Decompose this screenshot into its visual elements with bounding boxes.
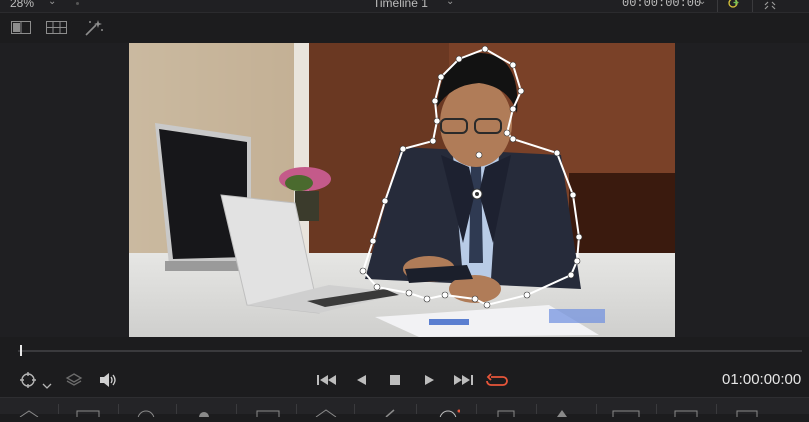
viewer-toolbar	[0, 13, 809, 43]
header-timecode[interactable]: 00:00:00:00	[622, 0, 701, 10]
pen-page-icon[interactable]	[380, 404, 400, 422]
divider	[752, 0, 753, 12]
viewer-canvas[interactable]	[0, 43, 809, 337]
dot-icon	[76, 2, 79, 5]
play-icon[interactable]	[422, 372, 436, 393]
loop-icon[interactable]	[485, 372, 509, 393]
media-page-icon[interactable]	[18, 404, 40, 422]
keyframe-page-icon[interactable]	[612, 404, 640, 422]
video-frame-image	[129, 43, 675, 337]
tracker-page-icon[interactable]	[436, 404, 461, 422]
crosshair-icon[interactable]	[18, 372, 40, 393]
scrubber-bar[interactable]	[0, 337, 809, 365]
current-timecode: 01:00:00:00	[722, 371, 802, 388]
scrubber-track[interactable]	[18, 350, 802, 352]
timeline-name[interactable]: Timeline 1	[373, 0, 428, 10]
playhead[interactable]	[20, 345, 22, 356]
skip-to-end-icon[interactable]	[452, 372, 474, 393]
video-frame[interactable]	[129, 43, 675, 337]
skip-to-start-icon[interactable]	[316, 372, 338, 393]
scope-page-icon[interactable]	[674, 404, 698, 422]
stop-icon[interactable]	[388, 372, 402, 393]
layers-icon[interactable]	[65, 372, 83, 393]
zoom-level[interactable]: 28%	[10, 0, 34, 10]
blur-page-icon[interactable]	[554, 404, 570, 422]
transport-controls: 01:00:00:00	[0, 365, 809, 397]
grid-icon[interactable]	[46, 21, 67, 39]
chevron-down-icon[interactable]	[42, 376, 52, 394]
qualifier-page-icon[interactable]	[314, 404, 338, 422]
viewer-header: 28% ⌄ Timeline 1 ⌄ 00:00:00:00 ⌄	[0, 0, 809, 13]
split-view-icon[interactable]	[11, 21, 31, 39]
node-page-icon[interactable]	[194, 404, 214, 422]
magic-wand-icon[interactable]	[84, 19, 104, 42]
divider	[717, 0, 718, 12]
info-page-icon[interactable]	[736, 404, 758, 422]
page-bar	[0, 397, 809, 422]
curves-page-icon[interactable]	[76, 404, 100, 422]
window-page-icon[interactable]	[256, 404, 280, 422]
chevron-down-icon[interactable]: ⌄	[48, 0, 56, 7]
play-reverse-icon[interactable]	[354, 372, 368, 393]
chevron-down-icon[interactable]: ⌄	[446, 0, 454, 7]
speaker-icon[interactable]	[98, 372, 118, 393]
magic-mask-page-icon[interactable]	[494, 404, 518, 422]
chevron-down-icon[interactable]: ⌄	[698, 0, 706, 7]
circle-page-icon[interactable]	[136, 404, 156, 422]
